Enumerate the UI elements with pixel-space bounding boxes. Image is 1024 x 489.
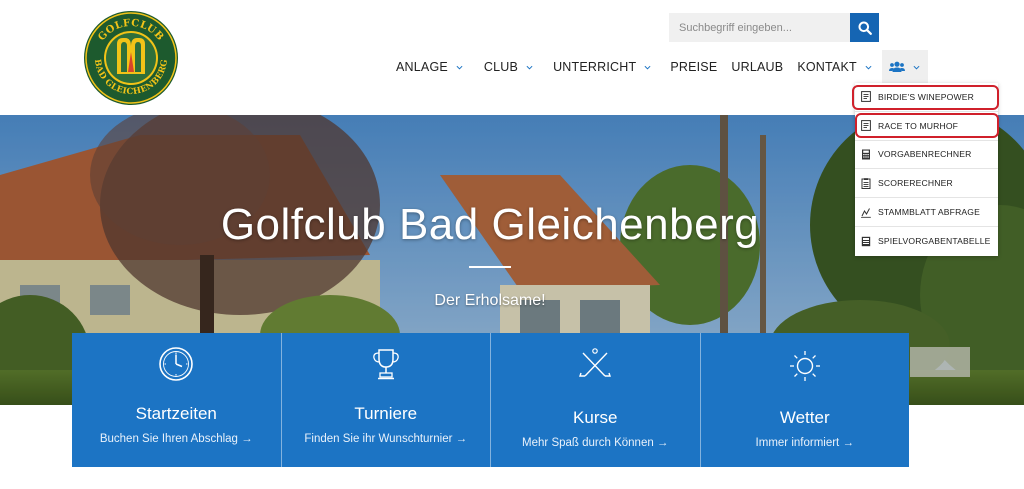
search-button[interactable] [850, 13, 879, 42]
nav-item-anlage[interactable]: ANLAGE [396, 50, 463, 84]
menu-item-stammblatt-abfrage[interactable]: STAMMBLATT ABFRAGE [855, 198, 998, 227]
nav-label: URLAUB [731, 60, 784, 74]
feature-title: Turniere [354, 404, 418, 423]
chart-icon [861, 207, 871, 218]
scorecard-icon [861, 177, 871, 189]
nav-item-members[interactable] [881, 50, 928, 84]
chevron-down-icon [865, 65, 872, 70]
nav-label: ANLAGE [396, 60, 448, 74]
chevron-down-icon [644, 65, 651, 70]
trophy-icon [372, 349, 399, 380]
menu-item-scorerechner[interactable]: SCORERECHNER [855, 169, 998, 199]
feature-link[interactable]: Immer informiert → [701, 437, 910, 449]
nav-label: PREISE [670, 60, 718, 74]
search-bar [669, 13, 879, 42]
feature-startzeiten[interactable]: Startzeiten Buchen Sie Ihren Abschlag → [72, 333, 282, 467]
feature-title: Wetter [779, 408, 830, 427]
chevron-down-icon [526, 65, 533, 70]
chevron-down-icon [913, 65, 920, 70]
nav-item-club[interactable]: CLUB [484, 50, 533, 84]
feature-link[interactable]: Buchen Sie Ihren Abschlag → [72, 433, 281, 445]
users-icon [889, 61, 906, 72]
nav-label: UNTERRICHT [553, 60, 637, 74]
feature-kurse[interactable]: Kurse Mehr Spaß durch Können → [491, 333, 701, 467]
nav-item-unterricht[interactable]: UNTERRICHT [553, 50, 651, 84]
hero-divider [469, 266, 511, 268]
table-icon [861, 236, 871, 247]
nav-item-preise[interactable]: PREISE [670, 50, 717, 84]
menu-item-label: SCORERECHNER [878, 178, 953, 189]
nav-item-urlaub[interactable]: URLAUB [731, 50, 783, 84]
menu-item-label: SPIELVORGABENTABELLE [878, 236, 991, 247]
sun-icon [789, 351, 820, 381]
logo-emblem: GOLFCLUB BAD GLEICHENBERG [84, 11, 178, 105]
nav-label: CLUB [483, 60, 519, 74]
clock-icon [159, 347, 194, 381]
nav-label: KONTAKT [797, 60, 857, 74]
chevron-down-icon [456, 65, 463, 70]
golf-clubs-icon [579, 348, 612, 377]
menu-item-label: STAMMBLATT ABFRAGE [878, 207, 981, 218]
main-nav: ANLAGE CLUB UNTERRICHT PREISE URLAUB KON… [396, 50, 928, 84]
highlight-outline [855, 113, 999, 138]
feature-link[interactable]: Finden Sie ihr Wunschturnier → [282, 433, 491, 445]
feature-link[interactable]: Mehr Spaß durch Können → [491, 437, 700, 449]
hero-title: Golfclub Bad Gleichenberg [220, 200, 760, 249]
feature-turniere[interactable]: Turniere Finden Sie ihr Wunschturnier → [281, 333, 491, 467]
calculator-icon [862, 149, 870, 160]
feature-title: Kurse [573, 408, 618, 427]
search-icon [858, 21, 872, 35]
highlight-outline [852, 85, 999, 110]
search-input[interactable] [669, 13, 850, 42]
feature-title: Startzeiten [135, 404, 217, 423]
menu-item-label: VORGABENRECHNER [878, 149, 972, 160]
feature-boxes: Startzeiten Buchen Sie Ihren Abschlag → … [72, 333, 909, 467]
hero-subtitle: Der Erholsame! [434, 292, 546, 309]
menu-item-spielvorgabentabelle[interactable]: SPIELVORGABENTABELLE [855, 227, 998, 256]
nav-item-kontakt[interactable]: KONTAKT [797, 50, 872, 84]
club-logo[interactable]: GOLFCLUB BAD GLEICHENBERG [83, 10, 179, 106]
menu-item-vorgabenrechner[interactable]: VORGABENRECHNER [855, 141, 998, 170]
feature-wetter[interactable]: Wetter Immer informiert → [700, 333, 910, 467]
